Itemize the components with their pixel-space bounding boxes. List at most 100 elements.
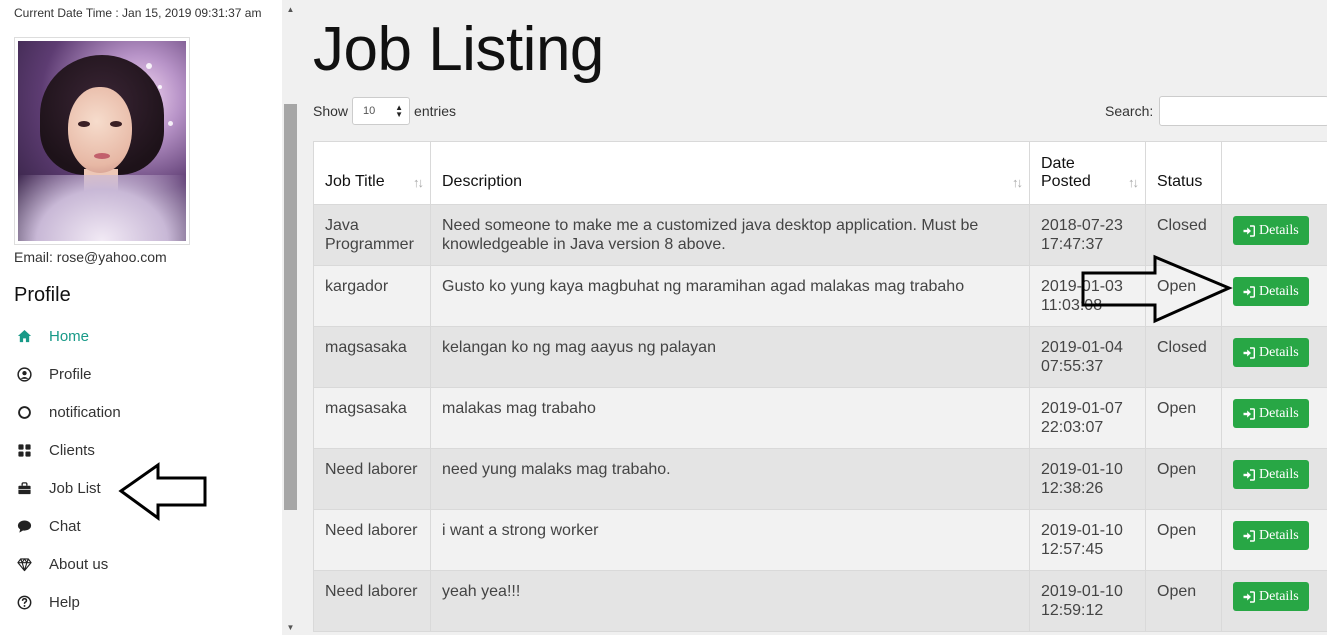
grid-icon (14, 442, 34, 458)
sign-in-icon (1243, 224, 1255, 237)
circle-icon (14, 404, 34, 420)
profile-heading: Profile (14, 284, 71, 306)
cell-actions: Details (1221, 448, 1327, 510)
briefcase-icon (14, 480, 34, 496)
sidebar-item-chat[interactable]: Chat (14, 507, 121, 545)
sidebar-item-label: Home (49, 327, 90, 345)
cell-date-posted: 2019-01-07 22:03:07 (1029, 387, 1146, 449)
show-label: Show (313, 103, 349, 119)
cell-date-posted: 2019-01-10 12:59:12 (1029, 570, 1146, 632)
column-header-date-posted[interactable]: Date Posted ↑↓ (1029, 141, 1146, 205)
table-row: Need laborer need yung malaks mag trabaho… (313, 448, 1327, 510)
user-email: Email: rose@yahoo.com (14, 249, 167, 265)
avatar-image (18, 41, 186, 241)
sign-in-icon (1243, 285, 1255, 298)
sidebar: Current Date Time : Jan 15, 2019 09:31:3… (0, 0, 282, 635)
chat-bubble-icon (14, 518, 34, 534)
cell-actions: Details (1221, 204, 1327, 266)
details-button[interactable]: Details (1233, 216, 1309, 245)
details-button[interactable]: Details (1233, 277, 1309, 306)
current-datetime: Current Date Time : Jan 15, 2019 09:31:3… (14, 6, 262, 20)
details-button[interactable]: Details (1233, 399, 1309, 428)
scroll-down-arrow-icon[interactable]: ▼ (282, 621, 299, 635)
sign-in-icon (1243, 529, 1255, 542)
column-header-status[interactable]: Status (1145, 141, 1222, 205)
annotation-arrow-left (118, 462, 207, 521)
cell-job-title: magsasaka (313, 387, 431, 449)
sidebar-item-label: Chat (49, 517, 81, 535)
cell-actions: Details (1221, 265, 1327, 327)
cell-description: malakas mag trabaho (430, 387, 1030, 449)
sort-icon: ↑↓ (1012, 175, 1023, 190)
column-header-actions (1221, 141, 1327, 205)
table-row: magsasaka malakas mag trabaho 2019-01-07 22… (313, 387, 1327, 449)
table-header-row: Job Title ↑↓ Description ↑↓ Date Posted ↑↓ … (313, 141, 1327, 205)
table-row: magsasaka kelangan ko ng mag aayus ng pal… (313, 326, 1327, 388)
sign-in-icon (1243, 346, 1255, 359)
cell-status: Closed (1145, 326, 1222, 388)
search-input[interactable] (1159, 96, 1327, 126)
cell-job-title: kargador (313, 265, 431, 327)
sidebar-item-profile[interactable]: Profile (14, 355, 121, 393)
entries-select[interactable]: 10 ▲ ▼ (352, 97, 411, 125)
user-circle-icon (14, 366, 34, 382)
cell-status: Open (1145, 509, 1222, 571)
cell-description: i want a strong worker (430, 509, 1030, 571)
cell-date-posted: 2019-01-10 12:38:26 (1029, 448, 1146, 510)
sign-in-icon (1243, 468, 1255, 481)
sidebar-item-job-list[interactable]: Job List (14, 469, 121, 507)
page-title: Job Listing (313, 15, 604, 84)
sidebar-scrollbar[interactable]: ▲ ▼ (282, 0, 299, 635)
cell-job-title: Need laborer (313, 509, 431, 571)
annotation-arrow-right (1081, 254, 1233, 324)
cell-actions: Details (1221, 509, 1327, 571)
sort-icon: ↑↓ (1128, 175, 1139, 190)
scroll-thumb[interactable] (284, 104, 297, 510)
cell-description: kelangan ko ng mag aayus ng palayan (430, 326, 1030, 388)
sidebar-item-home[interactable]: Home (14, 317, 121, 355)
sidebar-item-label: notification (49, 403, 121, 421)
sidebar-item-help[interactable]: Help (14, 583, 121, 621)
sidebar-item-label: About us (49, 555, 109, 573)
sidebar-nav: Home Profile notification Clients Job Li… (14, 317, 121, 621)
scroll-up-arrow-icon[interactable]: ▲ (282, 3, 299, 17)
sidebar-item-clients[interactable]: Clients (14, 431, 121, 469)
column-header-job-title[interactable]: Job Title ↑↓ (313, 141, 431, 205)
cell-job-title: magsasaka (313, 326, 431, 388)
cell-actions: Details (1221, 326, 1327, 388)
cell-description: need yung malaks mag trabaho. (430, 448, 1030, 510)
table-row: Need laborer i want a strong worker 2019-0… (313, 509, 1327, 571)
details-button[interactable]: Details (1233, 460, 1309, 489)
main-content: Job Listing Show 10 ▲ ▼ entries Search: J… (299, 0, 1327, 635)
sidebar-item-notification[interactable]: notification (14, 393, 121, 431)
select-arrows-icon: ▲ ▼ (395, 103, 404, 119)
question-circle-icon (14, 594, 34, 610)
sidebar-item-label: Profile (49, 365, 92, 383)
details-button[interactable]: Details (1233, 521, 1309, 550)
cell-status: Open (1145, 448, 1222, 510)
sidebar-item-label: Clients (49, 441, 95, 459)
entries-length-control: Show 10 ▲ ▼ entries (313, 97, 456, 125)
entries-label: entries (414, 103, 457, 119)
entries-select-value: 10 (363, 105, 376, 117)
sidebar-item-about-us[interactable]: About us (14, 545, 121, 583)
cell-status: Open (1145, 570, 1222, 632)
sign-in-icon (1243, 407, 1255, 420)
sidebar-item-label: Help (49, 593, 80, 611)
table-row: Need laborer yeah yea!!! 2019-01-10 12:59:1… (313, 570, 1327, 632)
sort-icon: ↑↓ (413, 175, 424, 190)
sidebar-item-label: Job List (49, 479, 101, 497)
home-icon (14, 328, 34, 344)
avatar (14, 37, 190, 245)
details-button[interactable]: Details (1233, 338, 1309, 367)
sign-in-icon (1243, 590, 1255, 603)
cell-job-title: Need laborer (313, 448, 431, 510)
cell-actions: Details (1221, 570, 1327, 632)
cell-date-posted: 2019-01-10 12:57:45 (1029, 509, 1146, 571)
cell-description: yeah yea!!! (430, 570, 1030, 632)
details-button[interactable]: Details (1233, 582, 1309, 611)
job-listing-table: Job Title ↑↓ Description ↑↓ Date Posted ↑↓ … (313, 141, 1327, 632)
cell-description: Need someone to make me a customized jav… (430, 204, 1030, 266)
column-header-description[interactable]: Description ↑↓ (430, 141, 1030, 205)
cell-status: Open (1145, 387, 1222, 449)
